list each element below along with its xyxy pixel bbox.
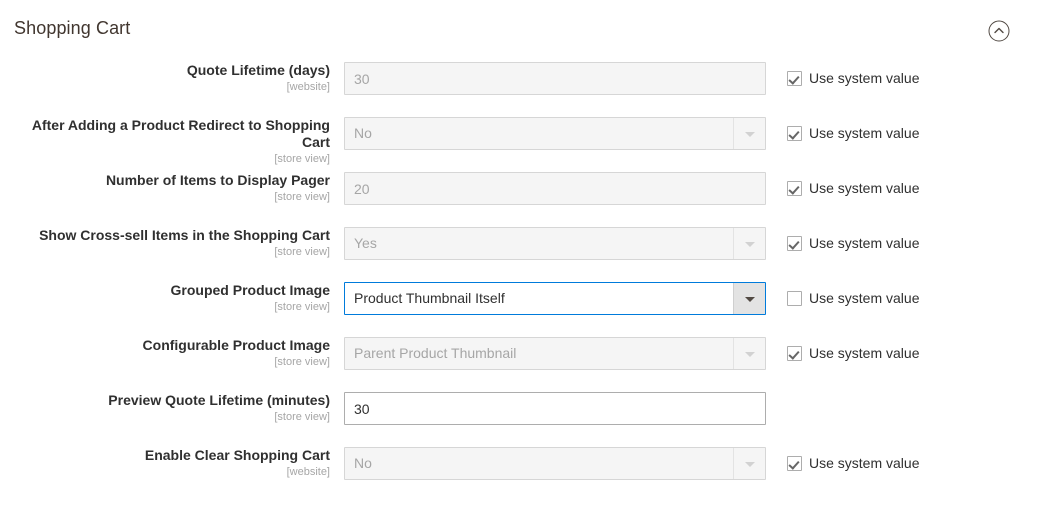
use-system-value-checkbox[interactable] [787,181,802,196]
chevron-down-icon [733,338,765,369]
use-system-value-checkbox[interactable] [787,236,802,251]
field-scope-label: [store view] [274,301,330,313]
use-system-value-label: Use system value [809,125,920,141]
field-scope-label: [store view] [274,153,330,165]
config-field-row: Configurable Product Image [store view] Pa… [0,337,1045,392]
field-select: No [344,117,766,150]
field-control: Yes [344,227,766,260]
select-value: Product Thumbnail Itself [354,290,505,306]
field-label: Grouped Product Image [170,282,330,298]
field-control [344,172,766,205]
config-field-row: Enable Clear Shopping Cart [website] No Use… [0,447,1045,502]
field-scope-label: [website] [286,81,330,93]
config-field-list: Quote Lifetime (days) [website] Use system… [0,62,1045,502]
use-system-value-group[interactable]: Use system value [787,227,919,260]
use-system-value-label: Use system value [809,180,920,196]
use-system-value-label: Use system value [809,345,920,361]
field-label-group: Number of Items to Display Pager [store v… [0,172,330,204]
field-label-group: Enable Clear Shopping Cart [website] [0,447,330,479]
chevron-down-icon [733,118,765,149]
field-label: Configurable Product Image [142,337,330,353]
use-system-value-group[interactable]: Use system value [787,62,919,95]
field-scope-label: [store view] [274,246,330,258]
field-text-input [344,172,766,205]
field-control [344,392,766,425]
use-system-value-group[interactable]: Use system value [787,282,919,315]
field-label-group: After Adding a Product Redirect to Shopp… [0,117,330,166]
use-system-value-label: Use system value [809,455,920,471]
use-system-value-checkbox[interactable] [787,291,802,306]
field-label-group: Preview Quote Lifetime (minutes) [store v… [0,392,330,424]
field-label: After Adding a Product Redirect to Shopp… [31,117,330,150]
config-field-row: Number of Items to Display Pager [store v… [0,172,1045,227]
field-label: Show Cross-sell Items in the Shopping Ca… [39,227,330,243]
select-value: No [354,125,372,141]
config-field-row: Show Cross-sell Items in the Shopping Ca… [0,227,1045,282]
field-label-group: Quote Lifetime (days) [website] [0,62,330,94]
field-label-group: Show Cross-sell Items in the Shopping Ca… [0,227,330,259]
field-select: Parent Product Thumbnail [344,337,766,370]
use-system-value-checkbox[interactable] [787,456,802,471]
config-field-row: After Adding a Product Redirect to Shopp… [0,117,1045,172]
use-system-value-label: Use system value [809,70,920,86]
field-label: Quote Lifetime (days) [186,62,330,78]
config-field-row: Quote Lifetime (days) [website] Use system… [0,62,1045,117]
config-field-row: Grouped Product Image [store view] Product… [0,282,1045,337]
use-system-value-group[interactable]: Use system value [787,117,919,150]
chevron-down-icon [733,228,765,259]
field-scope-label: [store view] [274,411,330,423]
field-label: Enable Clear Shopping Cart [144,447,330,463]
select-value: No [354,455,372,471]
field-text-input[interactable] [344,392,766,425]
field-scope-label: [store view] [274,356,330,368]
use-system-value-checkbox[interactable] [787,126,802,141]
field-select: No [344,447,766,480]
chevron-down-icon[interactable] [733,283,765,314]
chevron-up-circle-icon[interactable] [988,20,1010,42]
field-scope-label: [website] [286,466,330,478]
field-label: Number of Items to Display Pager [105,172,330,188]
use-system-value-label: Use system value [809,290,920,306]
page-title: Shopping Cart [14,18,131,38]
field-control: No [344,117,766,150]
field-label-group: Grouped Product Image [store view] [0,282,330,314]
use-system-value-checkbox[interactable] [787,346,802,361]
use-system-value-group[interactable]: Use system value [787,447,919,480]
field-select[interactable]: Product Thumbnail Itself [344,282,766,315]
select-value: Parent Product Thumbnail [354,345,517,361]
field-select: Yes [344,227,766,260]
use-system-value-group[interactable]: Use system value [787,172,919,205]
select-value: Yes [354,235,377,251]
use-system-value-checkbox[interactable] [787,71,802,86]
config-field-row: Preview Quote Lifetime (minutes) [store v… [0,392,1045,447]
field-control [344,62,766,95]
field-control: Product Thumbnail Itself [344,282,766,315]
field-scope-label: [store view] [274,191,330,203]
field-control: No [344,447,766,480]
field-label: Preview Quote Lifetime (minutes) [108,392,330,408]
use-system-value-label: Use system value [809,235,920,251]
field-control: Parent Product Thumbnail [344,337,766,370]
field-label-group: Configurable Product Image [store view] [0,337,330,369]
use-system-value-group[interactable]: Use system value [787,337,919,370]
field-text-input [344,62,766,95]
chevron-down-icon [733,448,765,479]
section-header: Shopping Cart [0,0,1045,62]
